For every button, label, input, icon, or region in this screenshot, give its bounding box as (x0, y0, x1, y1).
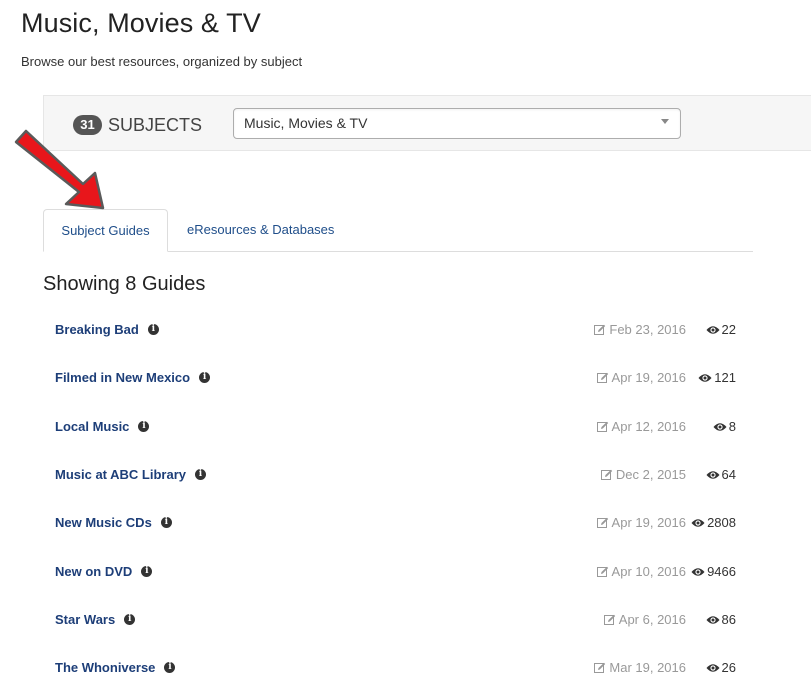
guide-view-count: 121 (698, 370, 736, 385)
guide-title: The Whoniverse (55, 660, 156, 675)
guide-row: Star Wars i Apr 6, 2016 86 (0, 608, 811, 632)
guide-updated-date: Apr 6, 2016 (603, 612, 686, 627)
guide-views-text: 8 (728, 419, 736, 434)
guide-updated-date: Feb 23, 2016 (594, 322, 686, 337)
tab-subject-guides[interactable]: Subject Guides (43, 209, 168, 252)
guide-row: Filmed in New Mexico i Apr 19, 2016 121 (0, 366, 811, 390)
guide-title: Breaking Bad (55, 322, 139, 337)
eye-icon (698, 373, 712, 382)
results-heading: Showing 8 Guides (43, 273, 206, 295)
info-icon[interactable]: i (199, 372, 211, 383)
info-icon[interactable]: i (124, 614, 136, 625)
guide-date-text: Apr 12, 2016 (611, 419, 686, 434)
edit-icon (596, 372, 608, 383)
edit-icon (594, 324, 606, 335)
guide-title: Music at ABC Library (55, 467, 186, 482)
guide-updated-date: Apr 19, 2016 (596, 370, 686, 385)
info-icon[interactable]: i (195, 469, 206, 480)
eye-icon (713, 422, 727, 431)
guide-title: New Music CDs (55, 515, 152, 530)
edit-icon (596, 517, 608, 528)
guide-date-text: Apr 6, 2016 (618, 612, 686, 627)
subject-select[interactable]: Music, Movies & TV (233, 108, 681, 139)
guide-date-text: Dec 2, 2015 (615, 467, 686, 482)
eye-icon (706, 470, 720, 479)
guide-title-link[interactable]: New on DVD i (55, 564, 153, 579)
guide-view-count: 86 (706, 612, 736, 627)
guide-title: Star Wars (55, 612, 116, 627)
guide-title: Filmed in New Mexico (55, 370, 191, 385)
guide-date-text: Apr 19, 2016 (611, 515, 686, 530)
guide-row: New Music CDs i Apr 19, 2016 2808 (0, 511, 811, 535)
guide-view-count: 26 (706, 660, 736, 675)
edit-icon (600, 469, 613, 480)
tab-eresources-databases[interactable]: eResources & Databases (187, 209, 334, 252)
guide-title-link[interactable]: The Whoniverse i (55, 660, 176, 675)
guide-row: Breaking Bad i Feb 23, 2016 22 (0, 318, 811, 342)
guide-views-text: 121 (714, 370, 736, 385)
page-subtitle: Browse our best resources, organized by … (21, 54, 303, 69)
guide-title-link[interactable]: New Music CDs i (55, 515, 172, 530)
red-arrow-icon (14, 129, 105, 210)
edit-icon (594, 662, 606, 673)
guide-date-text: Mar 19, 2016 (609, 660, 686, 675)
guide-views-text: 26 (721, 660, 736, 675)
guide-view-count: 2808 (691, 515, 736, 530)
eye-icon (691, 518, 705, 527)
guide-title: New on DVD (55, 564, 133, 579)
guide-views-text: 9466 (707, 564, 736, 579)
guide-views-text: 22 (721, 322, 736, 337)
guide-row: Local Music i Apr 12, 2016 8 (0, 415, 811, 439)
guide-title-link[interactable]: Music at ABC Library i (55, 467, 206, 482)
page-title: Music, Movies & TV (21, 8, 261, 38)
guide-date-text: Feb 23, 2016 (609, 322, 686, 337)
subject-bar: 31 SUBJECTS Music, Movies & TV (43, 95, 811, 151)
guide-title-link[interactable]: Filmed in New Mexico i (55, 370, 211, 385)
info-icon[interactable]: i (147, 324, 159, 335)
guide-views-text: 64 (721, 467, 736, 482)
chevron-down-icon (661, 119, 669, 124)
guide-title-link[interactable]: Local Music i (55, 419, 150, 434)
guide-updated-date: Mar 19, 2016 (594, 660, 686, 675)
guide-updated-date: Dec 2, 2015 (600, 467, 686, 482)
guide-updated-date: Apr 12, 2016 (596, 419, 686, 434)
edit-icon (603, 614, 615, 625)
guide-title: Local Music (55, 419, 130, 434)
guide-date-text: Apr 10, 2016 (611, 564, 686, 579)
subject-select-value: Music, Movies & TV (244, 115, 368, 131)
guide-row: New on DVD i Apr 10, 2016 9466 (0, 560, 811, 584)
eye-icon (706, 663, 720, 672)
info-icon[interactable]: i (164, 662, 176, 673)
guide-updated-date: Apr 10, 2016 (596, 564, 686, 579)
info-icon[interactable]: i (138, 421, 150, 432)
guide-row: Music at ABC Library i Dec 2, 2015 64 (0, 463, 811, 487)
guide-row: The Whoniverse i Mar 19, 2016 26 (0, 656, 811, 680)
guide-view-count: 9466 (691, 564, 736, 579)
guide-views-text: 2808 (707, 515, 736, 530)
guide-updated-date: Apr 19, 2016 (596, 515, 686, 530)
guide-view-count: 64 (706, 467, 736, 482)
edit-icon (596, 421, 608, 432)
guide-view-count: 22 (706, 322, 736, 337)
guide-date-text: Apr 19, 2016 (611, 370, 686, 385)
guide-views-text: 86 (721, 612, 736, 627)
eye-icon (706, 615, 720, 624)
subjects-label: SUBJECTS (108, 115, 203, 135)
eye-icon (691, 567, 705, 576)
info-icon[interactable]: i (141, 566, 153, 577)
guide-title-link[interactable]: Breaking Bad i (55, 322, 159, 337)
info-icon[interactable]: i (160, 517, 172, 528)
edit-icon (596, 566, 608, 577)
guide-view-count: 8 (713, 419, 736, 434)
guide-title-link[interactable]: Star Wars i (55, 612, 136, 627)
eye-icon (706, 325, 720, 334)
guide-tabs: Subject Guides eResources & Databases (43, 209, 753, 252)
